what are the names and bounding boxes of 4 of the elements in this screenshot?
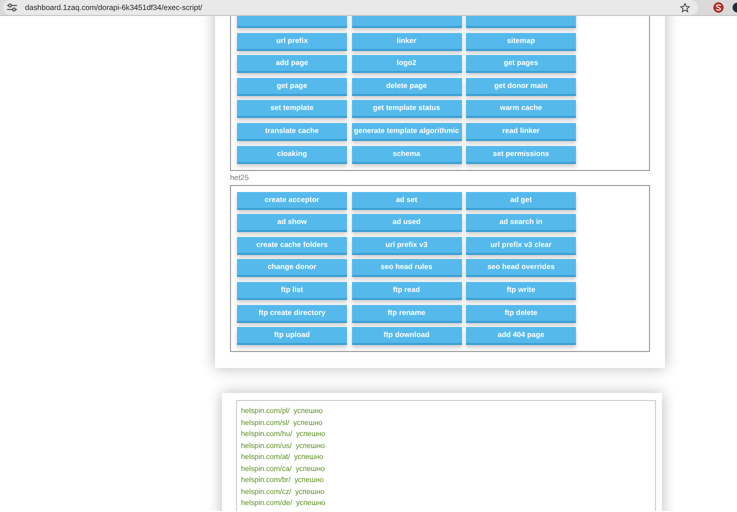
profile-avatar-icon[interactable] — [732, 2, 737, 13]
extension-icon[interactable] — [713, 2, 724, 13]
star-icon[interactable] — [680, 2, 690, 12]
site-settings-icon[interactable] — [7, 3, 17, 12]
